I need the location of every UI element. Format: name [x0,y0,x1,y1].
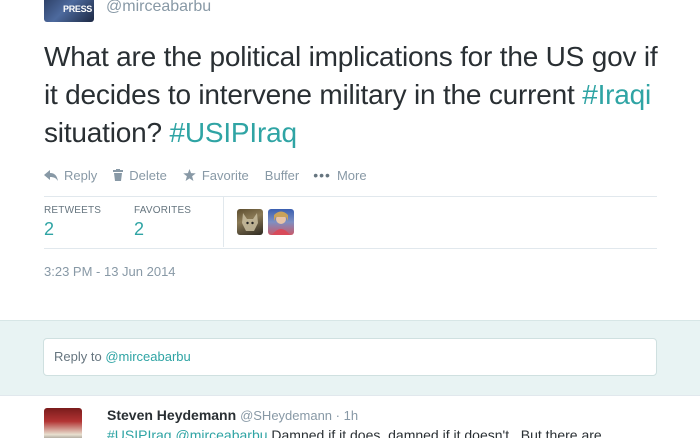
favorite-label: Favorite [201,167,249,183]
avatar-text: PRESS [63,4,93,14]
buffer-label: Buffer [264,167,300,183]
favorite-action[interactable]: Favorite [183,168,249,183]
favorites-stat[interactable]: FAVORITES 2 [134,205,224,240]
trash-icon [113,169,124,181]
reply-area: Reply to @mirceabarbu [0,320,700,395]
wolf-icon [242,213,258,231]
delete-action[interactable]: Delete [113,168,167,183]
retweets-stat[interactable]: RETWEETS 2 [44,205,134,240]
reply-time[interactable]: 1h [344,408,358,423]
retweets-label: RETWEETS [44,205,102,216]
divider-bottom [44,248,657,249]
hashtag-usipiraq[interactable]: #USIPIraq [169,117,297,148]
favorites-count: 2 [134,219,145,239]
reply-input-mention: @mirceabarbu [105,349,191,364]
reply-hashtag[interactable]: #USIPIraq [107,427,172,438]
more-dots-icon: ••• [313,167,331,183]
reply-author-name[interactable]: Steven Heydemann [107,407,236,423]
reply-author: Steven Heydemann @SHeydemann · 1h [107,407,358,423]
favoriter-avatars [237,209,299,235]
tweet-timestamp[interactable]: 3:23 PM - 13 Jun 2014 [44,264,176,279]
reply-mention[interactable]: @mirceabarbu [175,427,267,438]
tweet-text: What are the political implications for … [44,38,674,152]
favoriter-avatar-woman[interactable] [268,209,294,235]
more-label: More [336,167,367,183]
hashtag-iraqi[interactable]: #Iraqi [582,79,651,110]
author-avatar[interactable]: PRESS [44,0,94,22]
reply-icon [44,169,58,181]
favoriter-avatar-wolf[interactable] [237,209,263,235]
reply-input-prefix: Reply to [54,349,106,364]
more-action[interactable]: ••• More [313,167,366,183]
reply-author-avatar[interactable] [44,408,82,438]
person-icon [272,211,290,235]
tweet-actions: Reply Delete Favorite Buffer ••• More [44,166,383,184]
reply-separator: · [332,408,344,423]
reply-body: Damned if it does, damned if it doesn't.… [267,427,602,438]
reply-input[interactable]: Reply to @mirceabarbu [43,338,657,376]
reply-text: #USIPIraq @mirceabarbu Damned if it does… [107,427,687,438]
divider-top [44,196,657,197]
retweets-count: 2 [44,219,55,239]
tweet-text-part1: What are the political implications for … [44,41,658,110]
favorites-label: FAVORITES [134,205,192,216]
buffer-action[interactable]: Buffer [265,168,299,183]
reply-author-handle[interactable]: @SHeydemann [240,408,332,423]
delete-label: Delete [129,167,167,183]
author-handle[interactable]: @mirceabarbu [106,0,211,16]
reply-action[interactable]: Reply [44,168,97,183]
reply-label: Reply [64,167,98,183]
reply-tweet[interactable]: Steven Heydemann @SHeydemann · 1h #USIPI… [0,395,700,438]
tweet-text-part2: situation? [44,117,170,148]
stats-separator [223,197,224,247]
tweet-stats: RETWEETS 2 FAVORITES 2 [44,205,224,240]
star-icon [183,169,196,181]
